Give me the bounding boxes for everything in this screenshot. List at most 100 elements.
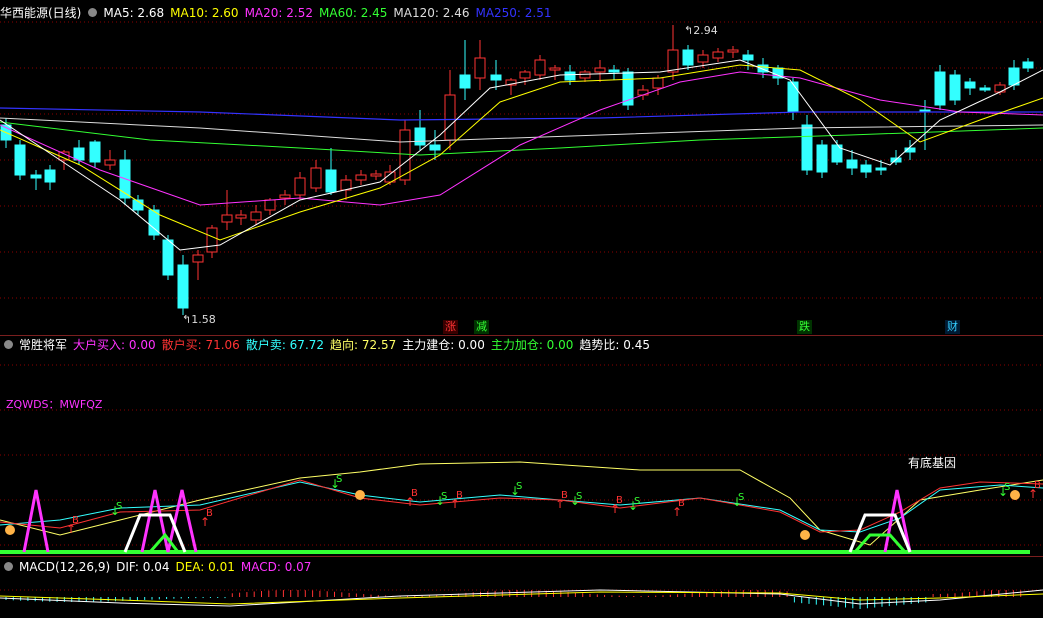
candle-body [162, 239, 174, 276]
settings-circle-icon[interactable] [4, 562, 13, 571]
ma-label-5: MA250: 2.51 [475, 6, 552, 20]
candle-body [30, 174, 42, 179]
candle-body [697, 54, 709, 63]
settings-circle-icon[interactable] [88, 8, 98, 17]
ma120-line [0, 117, 1043, 143]
indicator-label-4: 主力建仓: 0.00 [402, 338, 485, 352]
ma-label-0: MA5: 2.68 [103, 6, 165, 20]
settings-circle-icon[interactable] [4, 340, 13, 349]
low-price-label: ↰1.58 [182, 313, 216, 326]
candle-body [44, 169, 56, 183]
candle-body [1008, 67, 1020, 86]
indicator-label-1: 散户买: 71.06 [161, 338, 240, 352]
candle-body [429, 144, 441, 151]
macd-header: MACD(12,26,9) DIF: 0.04 DEA: 0.01 MACD: 0.0… [0, 558, 317, 576]
sell-letter: S [738, 492, 744, 503]
candle-body [310, 167, 322, 189]
candle-body [355, 174, 367, 181]
buy-letter: B [616, 495, 623, 506]
main-chart-header: 华西能源(日线) MA5: 2.68 MA10: 2.60 MA20: 2.52 MA6… [0, 4, 564, 22]
buy-letter: B [678, 498, 685, 509]
candle-body [490, 74, 502, 81]
event-fall-marker[interactable]: 跌 [797, 320, 812, 334]
event-finance-marker[interactable]: 财 [945, 320, 960, 334]
hand-pointer-icon [800, 530, 810, 540]
candle-body [979, 87, 991, 91]
ma-legend: MA5: 2.68 MA10: 2.60 MA20: 2.52 MA60: 2.45 M… [103, 6, 557, 20]
macd-value: MACD: 0.07 [240, 560, 312, 574]
candle-body [104, 159, 116, 166]
ma-label-3: MA60: 2.45 [319, 6, 388, 20]
indicator-label-2: 散户卖: 67.72 [245, 338, 325, 352]
candle-body [444, 94, 456, 141]
candle-body [370, 173, 382, 177]
candle-body [235, 214, 247, 219]
dif-line [0, 589, 1043, 607]
candle-body [816, 144, 828, 173]
candle-body [652, 77, 664, 89]
zqwds-label: ZQWDS：MWFQZ [6, 398, 103, 411]
candle-body [534, 59, 546, 76]
candle-body [294, 177, 306, 196]
candle-body [474, 57, 486, 79]
candle-body [608, 69, 620, 73]
event-rise-marker[interactable]: 涨 [443, 320, 458, 334]
candle-body [549, 67, 561, 71]
indicator-name[interactable]: 常胜将军 [19, 338, 67, 352]
sell-letter: S [516, 481, 522, 492]
candle-body [14, 144, 26, 176]
buy-letter: B [1034, 480, 1041, 491]
candle-body [579, 71, 591, 79]
candle-body [177, 264, 189, 309]
sell-letter: S [576, 491, 582, 502]
candle-body [594, 67, 606, 73]
event-reduce-marker[interactable]: 减 [474, 320, 489, 334]
add-trapezoid [853, 533, 907, 553]
ma-label-4: MA120: 2.46 [393, 6, 470, 20]
candle-body [414, 127, 426, 146]
bottom-gene-label: 有底基因 [908, 456, 957, 470]
ma-label-2: MA20: 2.52 [244, 6, 313, 20]
stock-title[interactable]: 华西能源(日线) [0, 6, 81, 20]
buy-letter: B [206, 508, 213, 519]
sell-letter: S [634, 496, 640, 507]
indicator-label-0: 大户买入: 0.00 [73, 338, 156, 352]
candle-body [73, 147, 85, 161]
pane-separator [0, 556, 1043, 557]
candle-body [279, 194, 291, 199]
candle-body [949, 74, 961, 101]
chart-canvas[interactable]: ↑B↓S↑B↓S↑B↓S↑B ↓S↑B ↓S↑B ↓S↑B ↓S ↓S ↑B [0, 0, 1043, 618]
buy-letter: B [561, 490, 568, 501]
candle-body [264, 199, 276, 211]
hand-pointer-icon [1010, 490, 1020, 500]
candle-body [934, 71, 946, 106]
sell-letter: S [116, 501, 122, 512]
candle-body [846, 159, 858, 169]
candle-body [712, 51, 724, 59]
indicator-label-5: 主力加仓: 0.00 [490, 338, 574, 352]
indicator-header: 常胜将军 大户买入: 0.00 散户买: 71.06 散户卖: 67.72 趋向: 72… [0, 336, 662, 354]
candle-body [519, 71, 531, 79]
candle-body [787, 81, 799, 113]
candle-body [1022, 61, 1034, 69]
candle-body [742, 54, 754, 61]
candle-body [667, 49, 679, 73]
ma-label-1: MA10: 2.60 [170, 6, 239, 20]
macd-dif: DIF: 0.04 [116, 560, 170, 574]
candle-body [89, 141, 101, 163]
indicator-legend: 大户买入: 0.00 散户买: 71.06 散户卖: 67.72 趋向: 72.57 主… [73, 338, 656, 352]
add-trapezoid [148, 532, 180, 553]
candle-body [860, 164, 872, 173]
candle-body [206, 227, 218, 253]
candle-body [831, 144, 843, 163]
candle-body [250, 211, 262, 221]
macd-name[interactable]: MACD(12,26,9) [19, 560, 110, 574]
sell-letter: S [441, 491, 447, 502]
indicator-label-6: 趋势比: 0.45 [579, 338, 650, 352]
buy-letter: B [456, 490, 463, 501]
ma20-line [0, 71, 1043, 206]
candle-body [875, 167, 887, 171]
candle-body [727, 49, 739, 53]
candle-body [964, 81, 976, 89]
candle-body [221, 214, 233, 223]
